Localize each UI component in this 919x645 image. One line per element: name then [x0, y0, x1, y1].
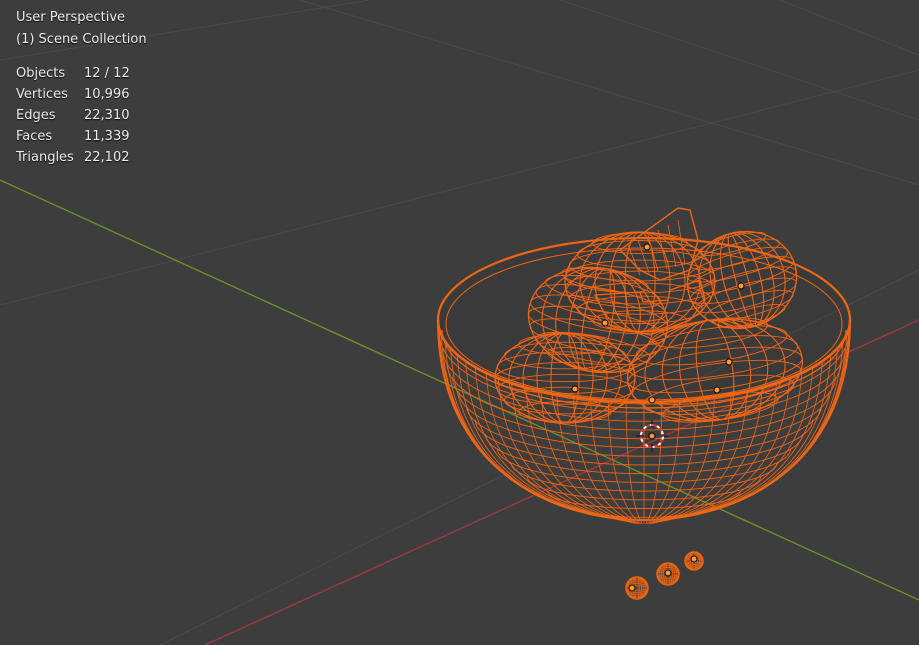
stat-faces: Faces 11,339: [16, 126, 130, 147]
stat-value: 22,102: [84, 150, 130, 165]
stat-label: Vertices: [16, 87, 68, 102]
stat-objects: Objects 12 / 12: [16, 63, 130, 84]
stat-vertices: Vertices 10,996: [16, 84, 130, 105]
viewport-scene[interactable]: [0, 0, 919, 645]
3d-viewport[interactable]: User Perspective (1) Scene Collection Ob…: [0, 0, 919, 645]
stat-label: Objects: [16, 66, 66, 81]
stat-value: 11,339: [84, 129, 130, 144]
stat-value: 10,996: [84, 87, 130, 102]
collection-label: (1) Scene Collection: [16, 32, 147, 47]
view-name-label: User Perspective: [16, 10, 126, 25]
stat-triangles: Triangles 22,102: [16, 147, 130, 168]
stat-value: 12 / 12: [84, 66, 130, 81]
stat-edges: Edges 22,310: [16, 105, 130, 126]
stat-label: Faces: [16, 129, 53, 144]
stat-value: 22,310: [84, 108, 130, 123]
stat-label: Edges: [16, 108, 56, 123]
stat-label: Triangles: [16, 150, 74, 165]
statistics-overlay: Objects 12 / 12 Vertices 10,996 Edges 22,31…: [16, 63, 130, 168]
